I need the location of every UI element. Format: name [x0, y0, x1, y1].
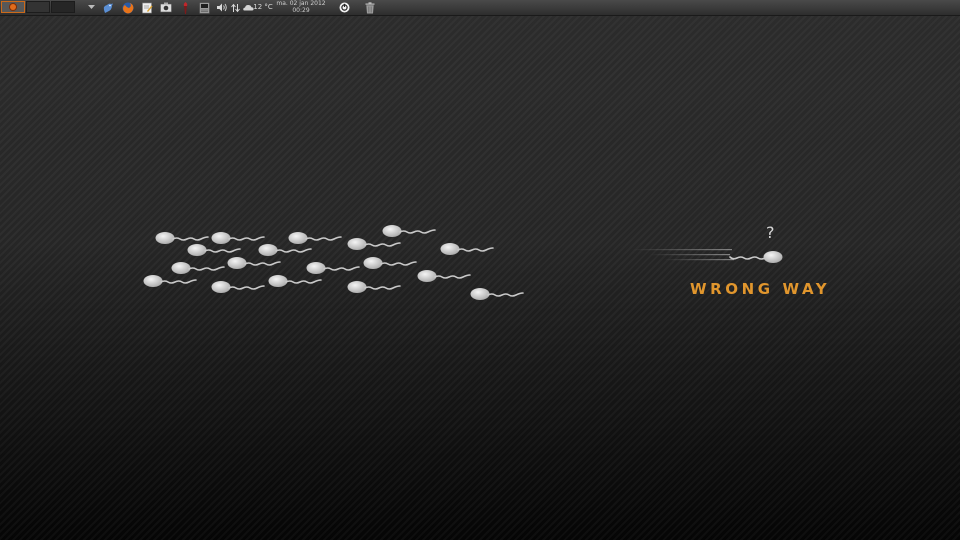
sperm	[154, 231, 209, 245]
sperm	[346, 280, 401, 294]
sperm	[170, 261, 225, 275]
sperm	[142, 274, 197, 288]
desktop: 12 °C ma. 02 jan 2012 00:29 ? WRONG WAY	[0, 0, 960, 540]
sperm	[186, 243, 241, 257]
sperm	[469, 287, 524, 301]
wallpaper-art	[142, 224, 784, 301]
sperm	[210, 280, 265, 294]
sperm	[257, 243, 312, 257]
sperm	[267, 274, 322, 288]
question-mark: ?	[766, 223, 775, 242]
sperm	[381, 224, 436, 238]
sperm	[287, 231, 342, 245]
sperm	[305, 261, 360, 275]
sperm	[416, 269, 471, 283]
sperm	[362, 256, 417, 270]
sperm	[439, 242, 494, 256]
sperm	[226, 256, 281, 270]
sperm-crowd	[142, 224, 524, 301]
wrong-way-caption: WRONG WAY	[690, 280, 831, 298]
sperm	[210, 231, 265, 245]
sperm	[346, 237, 401, 251]
lone-sperm	[632, 249, 784, 264]
